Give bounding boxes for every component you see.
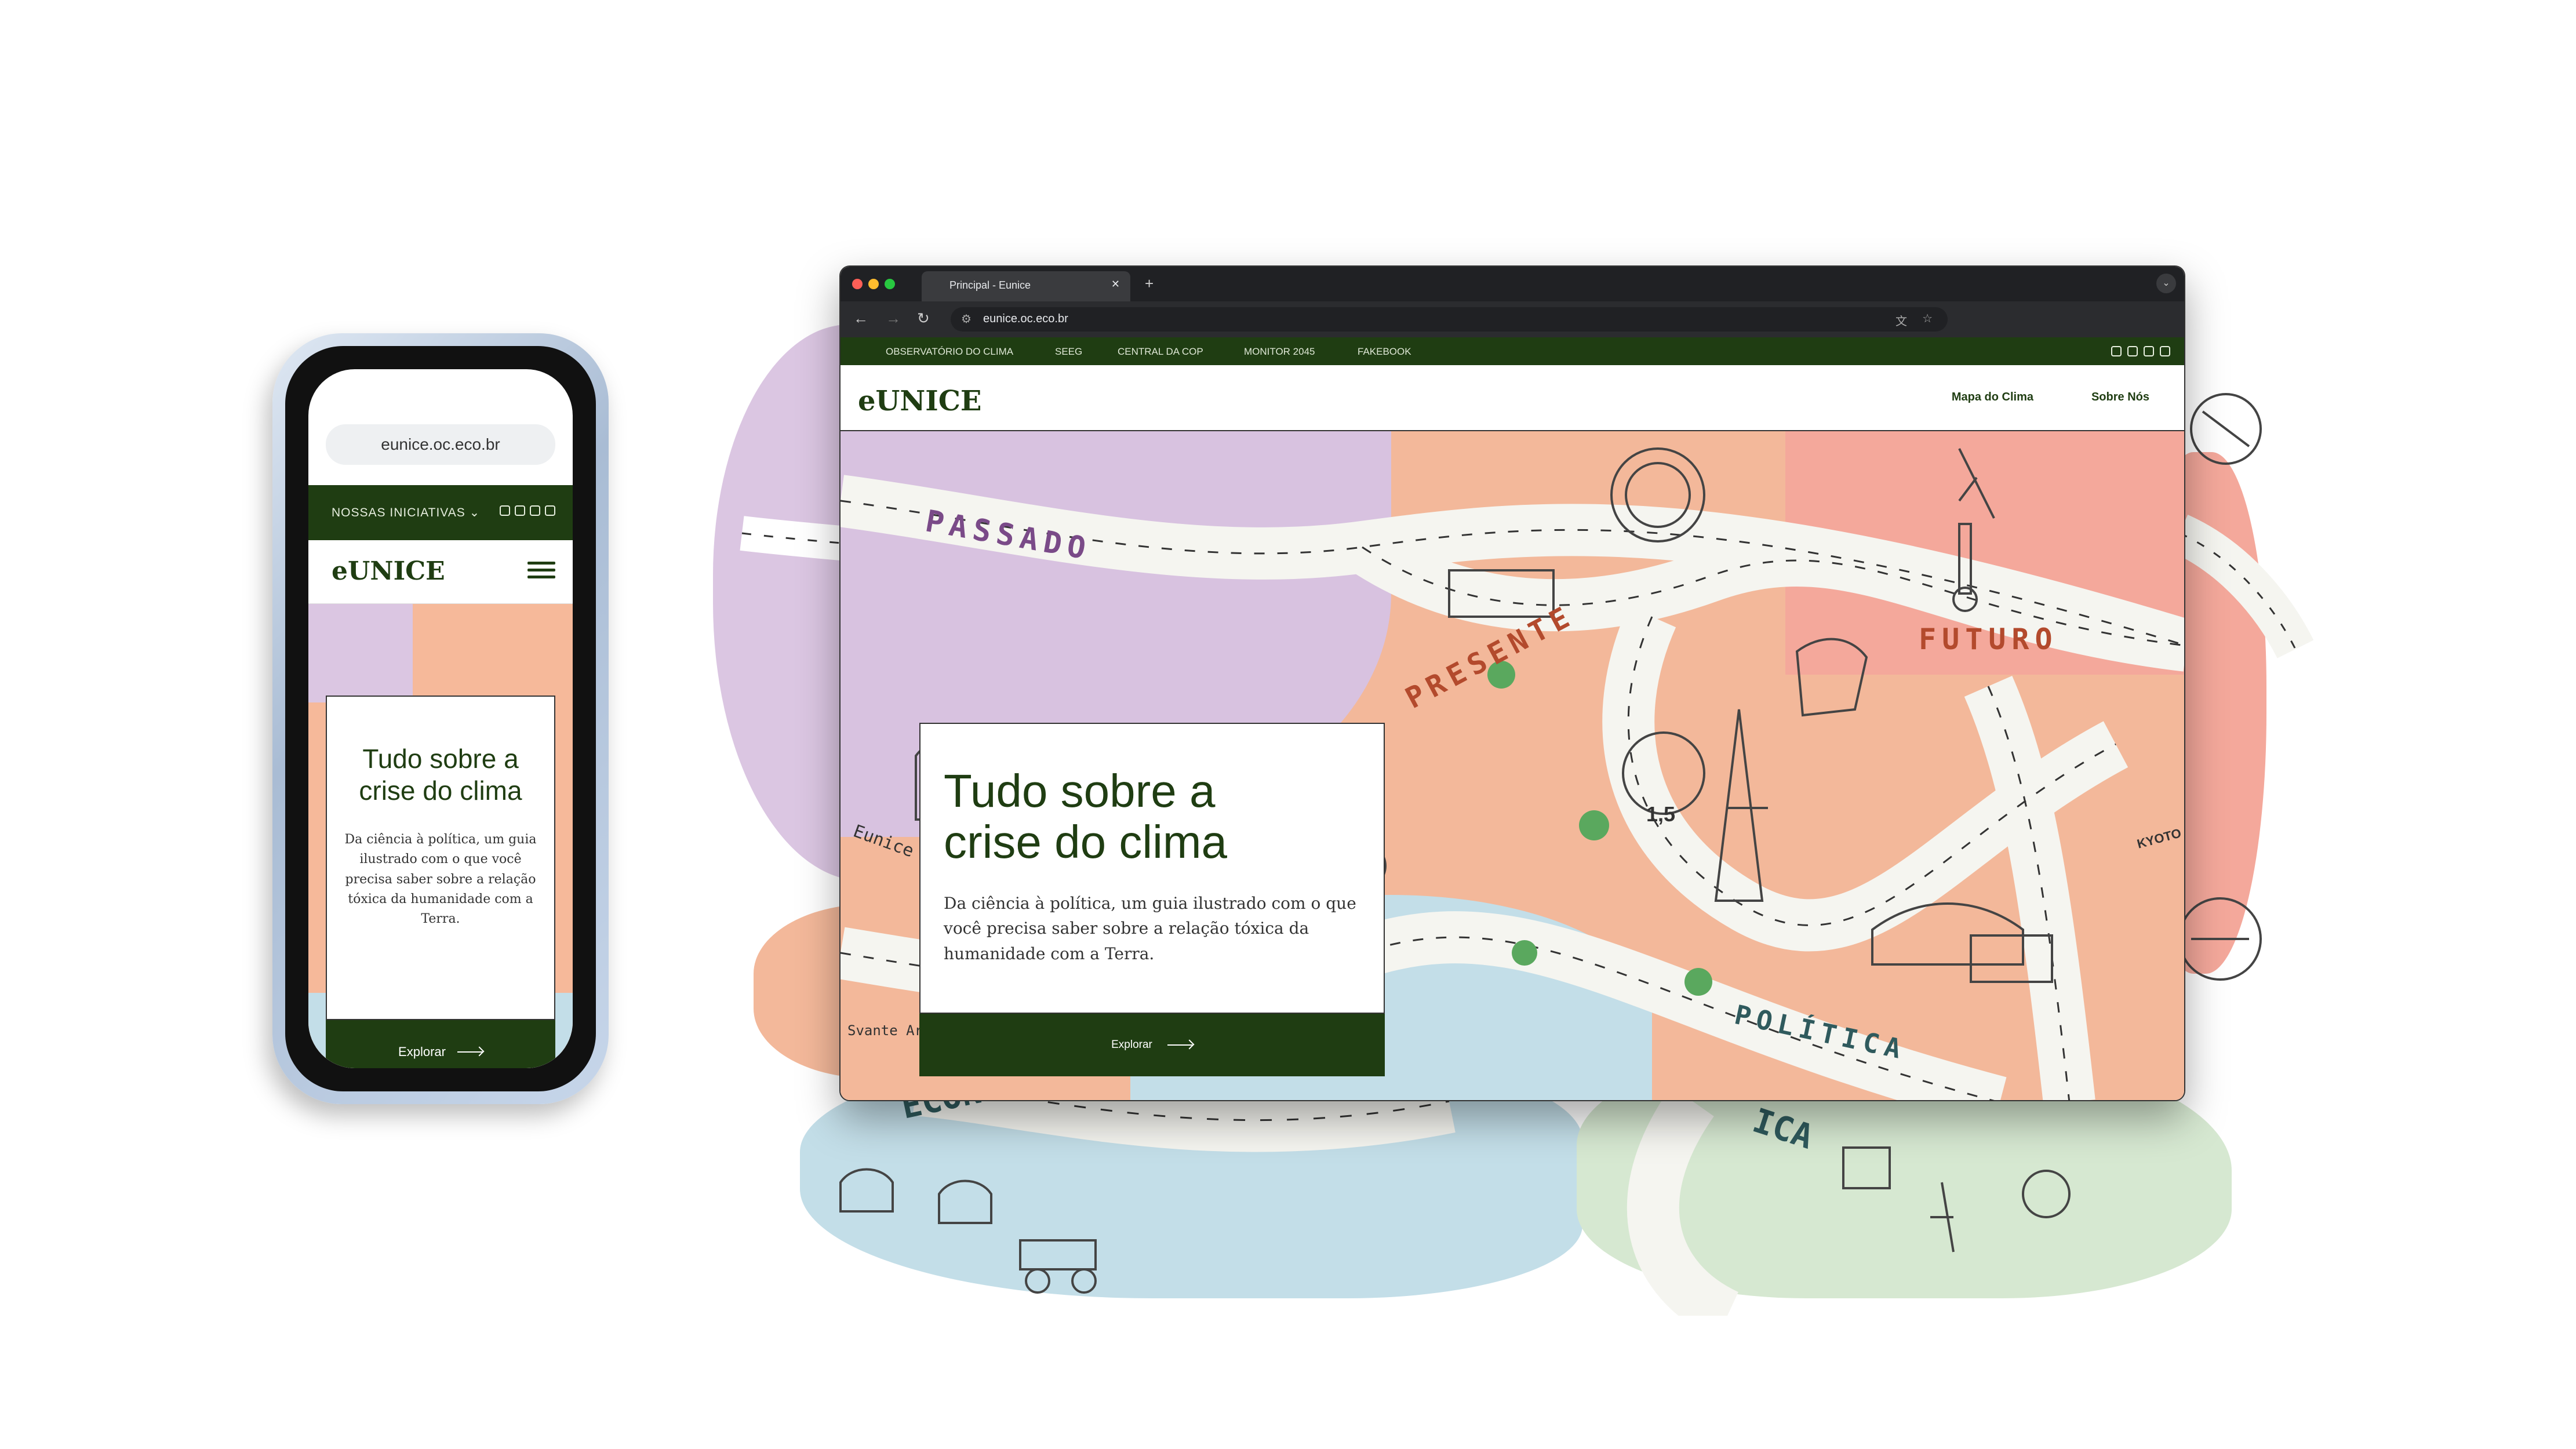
translate-icon[interactable]: 文 <box>1895 312 1907 329</box>
site-social-icons <box>2111 346 2170 356</box>
mobile-url: eunice.oc.eco.br <box>381 435 500 453</box>
mobile-address-bar[interactable]: eunice.oc.eco.br <box>326 424 555 465</box>
bluesky-icon[interactable] <box>2144 346 2154 356</box>
browser-tab[interactable]: Principal - Eunice ✕ <box>922 271 1130 301</box>
site-header: eUNICE Mapa do Clima Sobre Nós <box>841 365 2184 431</box>
hamburger-menu-icon[interactable] <box>527 558 555 582</box>
linkedin-icon[interactable] <box>545 505 555 516</box>
tab-title: Principal - Eunice <box>949 279 1031 291</box>
nav-seeg[interactable]: SEEG <box>1055 346 1082 358</box>
label-futuro: FUTURO <box>1919 622 2058 656</box>
minimize-window-icon[interactable] <box>868 279 879 289</box>
bookmark-star-icon[interactable]: ☆ <box>1922 311 1933 326</box>
hero-card: Tudo sobre a crise do clima Da ciência à… <box>919 723 1385 1014</box>
new-tab-icon[interactable]: + <box>1145 275 1154 293</box>
bluesky-icon[interactable] <box>530 505 540 516</box>
menu-mapa-do-clima[interactable]: Mapa do Clima <box>1952 391 2033 404</box>
browser-window: Principal - Eunice ✕ + ⌄ ← → ↻ ⚙ eunice.… <box>839 265 2185 1101</box>
site-settings-icon[interactable]: ⚙ <box>961 312 972 326</box>
mobile-hero-card: Tudo sobre a crise do clima Da ciência à… <box>326 696 555 1020</box>
linkedin-icon[interactable] <box>2160 346 2170 356</box>
mobile-logo[interactable]: eUNICE <box>332 556 445 586</box>
phone-screen: eunice.oc.eco.br NOSSAS INICIATIVAS ⌄ eU… <box>308 369 573 1068</box>
arrow-right-icon <box>457 1051 483 1053</box>
initiatives-dropdown[interactable]: NOSSAS INICIATIVAS ⌄ <box>332 505 480 520</box>
forward-icon[interactable]: → <box>886 310 901 327</box>
maximize-window-icon[interactable] <box>885 279 895 289</box>
mobile-map-lavender <box>308 604 413 702</box>
explorar-button[interactable]: Explorar <box>919 1014 1385 1076</box>
arrow-right-icon <box>1167 1044 1193 1046</box>
browser-toolbar: ← → ↻ ⚙ eunice.oc.eco.br 文 ☆ <box>841 301 2184 337</box>
nav-fakebook[interactable]: FAKEBOOK <box>1358 346 1411 358</box>
youtube-icon[interactable] <box>515 505 525 516</box>
reload-icon[interactable]: ↻ <box>917 310 930 327</box>
instagram-icon[interactable] <box>500 505 510 516</box>
phone-bezel: eunice.oc.eco.br NOSSAS INICIATIVAS ⌄ eU… <box>285 346 596 1091</box>
menu-sobre-nos[interactable]: Sobre Nós <box>2091 391 2149 404</box>
site-logo[interactable]: eUNICE <box>858 385 982 417</box>
mobile-hero-title: Tudo sobre a crise do clima <box>359 744 522 806</box>
address-bar[interactable]: ⚙ eunice.oc.eco.br 文 ☆ <box>951 307 1948 332</box>
mobile-map: Tudo sobre a crise do clima Da ciência à… <box>308 604 573 1068</box>
back-icon[interactable]: ← <box>853 310 868 327</box>
label-temperature: 1,5 <box>1646 802 1676 826</box>
mobile-social-icons <box>500 505 555 516</box>
phone-mockup: eunice.oc.eco.br NOSSAS INICIATIVAS ⌄ eU… <box>272 333 609 1104</box>
hero-title: Tudo sobre a crise do clima <box>944 765 1228 868</box>
browser-tab-strip: Principal - Eunice ✕ + ⌄ <box>841 267 2184 301</box>
mobile-hero-body: Da ciência à política, um guia ilustrado… <box>344 832 537 926</box>
mobile-explorar-label: Explorar <box>398 1044 446 1059</box>
nav-central-cop[interactable]: CENTRAL DA COP <box>1118 346 1203 358</box>
tab-search-icon[interactable]: ⌄ <box>2156 274 2176 293</box>
site-top-nav: OBSERVATÓRIO DO CLIMA SEEG CENTRAL DA CO… <box>841 337 2184 365</box>
explorar-label: Explorar <box>1111 1039 1152 1051</box>
youtube-icon[interactable] <box>2127 346 2138 356</box>
nav-observatorio[interactable]: OBSERVATÓRIO DO CLIMA <box>886 346 1013 358</box>
mobile-header: eUNICE <box>308 540 573 604</box>
nav-monitor-2045[interactable]: MONITOR 2045 <box>1244 346 1315 358</box>
close-tab-icon[interactable]: ✕ <box>1111 278 1120 290</box>
svg-text:ICA: ICA <box>1748 1101 1818 1157</box>
mobile-explorar-button[interactable]: Explorar <box>326 1020 555 1068</box>
instagram-icon[interactable] <box>2111 346 2122 356</box>
close-window-icon[interactable] <box>852 279 863 289</box>
browser-url: eunice.oc.eco.br <box>983 312 1068 325</box>
hero-body: Da ciência à política, um guia ilustrado… <box>944 894 1356 963</box>
